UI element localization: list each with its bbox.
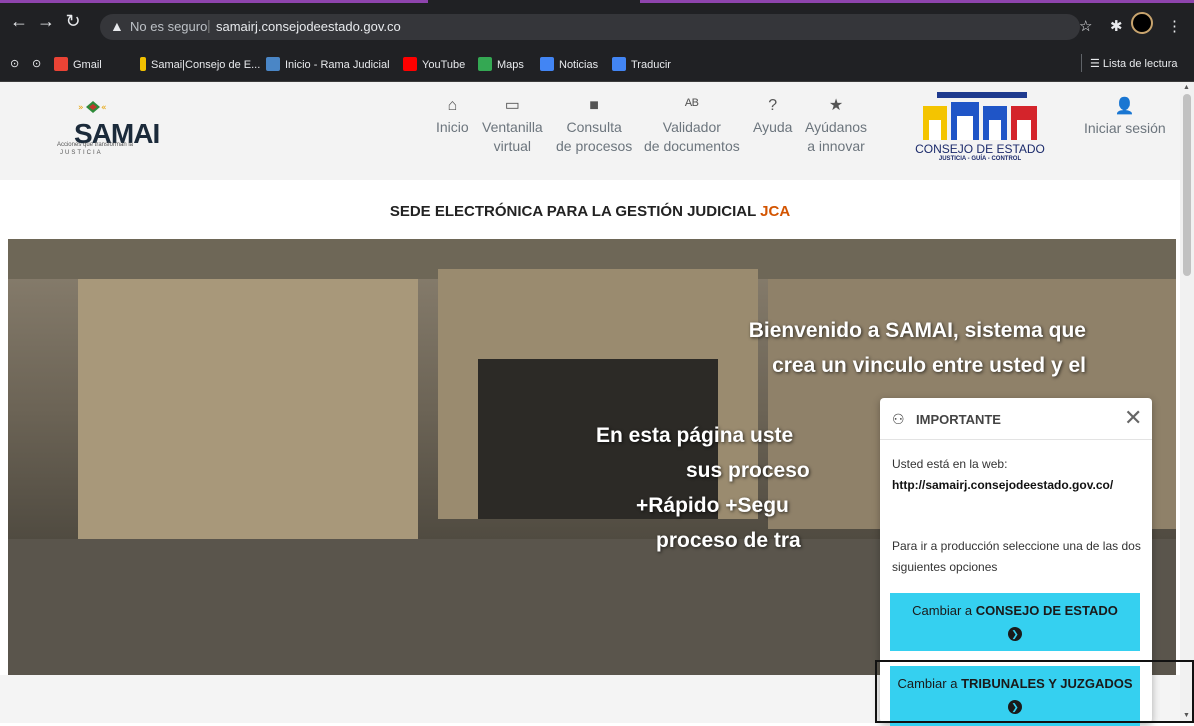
news-icon <box>540 57 554 71</box>
people-icon: ⚇ <box>892 411 905 427</box>
bookmark-star-icon[interactable]: ☆ <box>1079 17 1092 35</box>
consejo-estado-tagline: JUSTICIA - GUÍA - CONTROL <box>938 156 1022 162</box>
consejo-estado-name: CONSEJO DE ESTADO <box>915 142 1045 156</box>
login-button[interactable]: 👤 Iniciar sesión <box>1084 96 1166 136</box>
bookmark-samai[interactable]: Samai|Consejo de E... <box>140 57 260 71</box>
arrow-right-circle-icon: ❯ <box>1008 627 1022 641</box>
warning-icon[interactable]: ▲ <box>110 18 124 34</box>
nav-consulta-procesos[interactable]: ■ Consulta de procesos <box>556 96 632 156</box>
page-title-accent: JCA <box>760 203 791 220</box>
svg-text:«: « <box>101 103 107 113</box>
maps-icon <box>478 57 492 71</box>
svg-text:»: » <box>78 103 84 113</box>
close-icon[interactable]: ✕ <box>1124 405 1142 431</box>
popup-instructions: Para ir a producción seleccione una de l… <box>892 539 1141 574</box>
question-icon: ? <box>768 97 778 114</box>
tab-strip-accent <box>640 0 1194 3</box>
scroll-up-icon[interactable]: ▲ <box>1183 84 1190 91</box>
url-text[interactable]: samairj.consejodeestado.gov.co <box>216 19 401 34</box>
profile-avatar[interactable] <box>1131 12 1153 34</box>
url-separator: | <box>207 17 211 33</box>
security-label[interactable]: No es seguro <box>130 19 207 34</box>
home-icon: ⌂ <box>447 97 458 114</box>
bookmark-youtube[interactable]: YouTube <box>403 57 465 71</box>
popup-url: http://samairj.consejodeestado.gov.co/ <box>892 478 1114 492</box>
scrollbar[interactable]: ▲ ▼ <box>1180 82 1194 723</box>
back-icon[interactable]: ← <box>8 10 30 32</box>
user-check-icon: 👤 <box>1114 98 1135 115</box>
logo-bar <box>937 92 1027 98</box>
bookmark-traducir[interactable]: Traducir <box>612 57 671 71</box>
youtube-icon <box>403 57 417 71</box>
spellcheck-icon: ᴬᴮ <box>684 97 699 114</box>
page-title: SEDE ELECTRÓNICA PARA LA GESTIÓN JUDICIA… <box>389 203 791 220</box>
logo-tagline: Acciones que transforman la <box>56 142 134 148</box>
forward-icon[interactable]: → <box>35 10 57 32</box>
scroll-thumb[interactable] <box>1183 94 1191 276</box>
bookmark-noticias[interactable]: Noticias <box>540 57 598 71</box>
samai-logo[interactable]: » « SAMAI Acciones que transforman la JU… <box>30 98 160 158</box>
bookmark-maps[interactable]: Maps <box>478 57 524 71</box>
logo-diamond-icon: » « <box>78 101 107 113</box>
bookmark-gmail[interactable]: Gmail <box>54 57 102 71</box>
popup-title: IMPORTANTE <box>916 412 1001 427</box>
popup-header: ⚇ IMPORTANTE ✕ <box>880 398 1152 440</box>
building-logo-icon <box>923 102 1037 140</box>
highlight-box <box>875 660 1194 723</box>
popup-message: Usted está en la web: <box>892 457 1008 471</box>
bookmarks-bar: ⊙ ⊙ Gmail Samai|Consejo de E... Inicio -… <box>0 46 1194 82</box>
monitor-icon: ▭ <box>504 97 520 114</box>
samai-icon <box>140 57 146 71</box>
folder-icon: ■ <box>589 97 599 114</box>
nav-ventanilla-virtual[interactable]: ▭ Ventanilla virtual <box>482 96 543 156</box>
bookmark-rama-judicial[interactable]: Inicio - Rama Judicial <box>266 57 390 71</box>
site-header: » « SAMAI Acciones que transforman la JU… <box>0 82 1180 180</box>
extensions-icon[interactable]: ✱ <box>1110 17 1123 35</box>
nav-ayuda[interactable]: ? Ayuda <box>753 96 792 137</box>
tab-strip-accent <box>0 0 428 3</box>
logo-justicia: JUSTICIA <box>60 150 103 156</box>
translate-icon <box>612 57 626 71</box>
nav-ayudanos-innovar[interactable]: ★ Ayúdanos a innovar <box>805 96 867 156</box>
apps-icon[interactable]: ⊙ <box>10 57 19 70</box>
browser-toolbar: ← → ↻ ▲ No es seguro | samairj.consejode… <box>0 0 1194 46</box>
nav-validador-documentos[interactable]: ᴬᴮ Validador de documentos <box>644 96 740 156</box>
hero-building-left <box>78 279 418 539</box>
rama-judicial-icon <box>266 57 280 71</box>
reading-list-icon: ☰ <box>1090 58 1103 70</box>
globe-icon[interactable]: ⊙ <box>32 57 41 70</box>
reload-icon[interactable]: ↻ <box>62 10 84 32</box>
gmail-icon <box>54 57 68 71</box>
nav-inicio[interactable]: ⌂ Inicio <box>436 96 469 137</box>
reading-list-button[interactable]: ☰ Lista de lectura <box>1090 57 1178 70</box>
divider <box>1081 54 1082 72</box>
consejo-estado-logo[interactable]: CONSEJO DE ESTADO JUSTICIA - GUÍA - CONT… <box>905 92 1055 168</box>
switch-consejo-estado-button[interactable]: Cambiar a CONSEJO DE ESTADO ❯ <box>890 593 1140 651</box>
kebab-menu-icon[interactable]: ⋮ <box>1167 17 1182 35</box>
star-icon: ★ <box>828 97 844 114</box>
